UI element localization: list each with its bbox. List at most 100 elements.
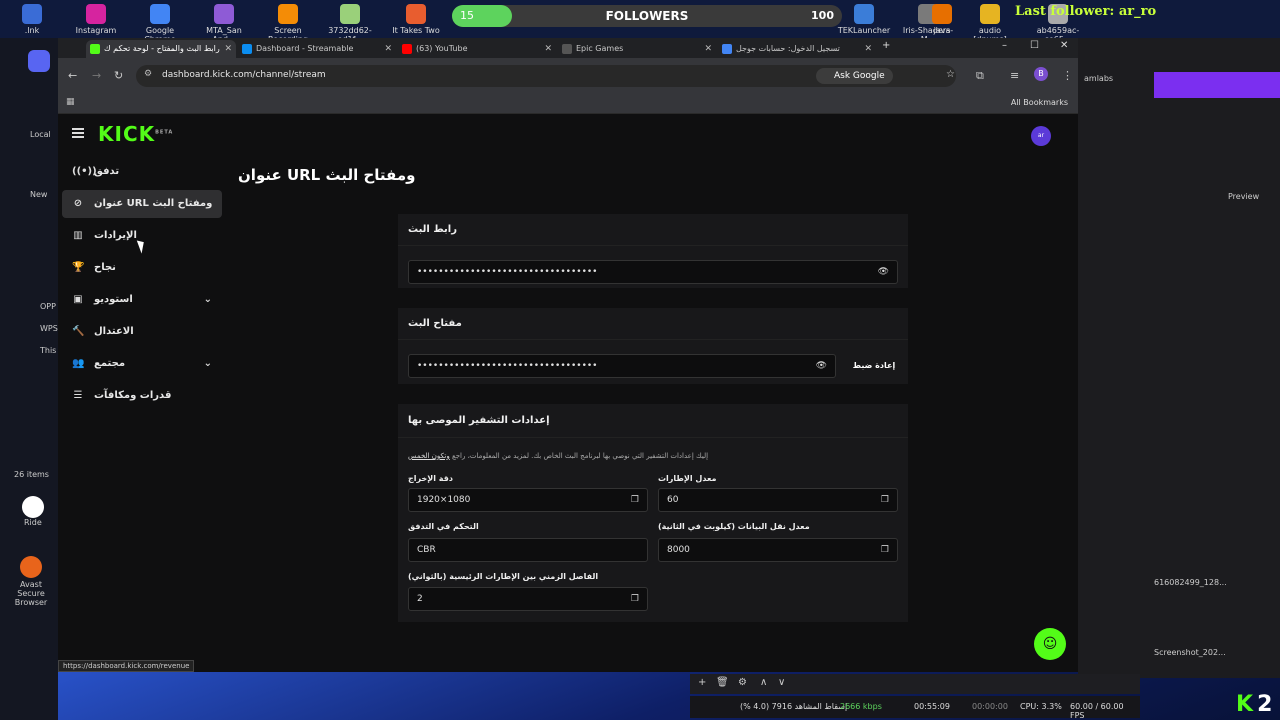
obs-controls-bar: + 🗑 ⚙ ∧ ∨ bbox=[690, 674, 1140, 694]
sidebar-item-label: قدرات ومكافآت bbox=[94, 390, 172, 401]
copy-keyframe-icon[interactable]: ❐ bbox=[631, 588, 639, 610]
tab-bar: رابط البث والمفتاح - لوحة تحكم ك ✕ Dashboa… bbox=[58, 38, 1078, 58]
ask-google-button[interactable]: Ask Google bbox=[816, 68, 893, 84]
menu-icon[interactable]: ⋮ bbox=[1062, 69, 1073, 82]
browser-tab[interactable]: رابط البث والمفتاح - لوحة تحكم ك ✕ bbox=[86, 40, 236, 58]
maximize-icon[interactable]: ☐ bbox=[1030, 40, 1039, 51]
reset-key-button[interactable]: إعادة ضبط bbox=[844, 354, 904, 378]
reload-icon[interactable]: ↻ bbox=[114, 69, 123, 82]
back-icon[interactable]: ← bbox=[68, 69, 77, 82]
close-tab-icon[interactable]: ✕ bbox=[544, 40, 552, 58]
app-icon bbox=[22, 4, 42, 24]
discord-app-icon[interactable] bbox=[4, 50, 64, 72]
sidebar-item-label: الإيرادات bbox=[94, 230, 137, 241]
show-key-eye-icon[interactable]: 👁 bbox=[816, 355, 827, 377]
hamburger-menu-icon[interactable] bbox=[72, 128, 84, 138]
apps-grid-icon[interactable]: ▦ bbox=[66, 97, 75, 107]
sidebar-item[interactable]: 👥 مجتمع ⌄ bbox=[62, 350, 222, 378]
profile-avatar[interactable]: B bbox=[1034, 67, 1048, 81]
left-desktop-strip: Local New OPP WPS This 26 items Ride Ava… bbox=[0, 38, 58, 720]
followers-goal: 100 bbox=[811, 9, 834, 22]
browser-tab[interactable]: (63) YouTube ✕ bbox=[398, 40, 556, 58]
resolution-field[interactable]: 1920×1080 ❐ bbox=[408, 488, 648, 512]
kick-taskbar-badge: K2 bbox=[1236, 692, 1272, 717]
stream-url-field[interactable]: •••••••••••••••••••••••••••••••••• 👁 bbox=[408, 260, 898, 284]
sidebar-item[interactable]: ☰ قدرات ومكافآت bbox=[62, 382, 222, 410]
browser-tab[interactable]: Dashboard - Streamable ✕ bbox=[238, 40, 396, 58]
file-label[interactable]: 616082499_128... bbox=[1154, 578, 1227, 587]
desktop-icon[interactable]: TEKLauncher bbox=[836, 4, 892, 35]
tab-favicon-icon bbox=[242, 44, 252, 54]
k-number: 2 bbox=[1257, 692, 1273, 717]
close-tab-icon[interactable]: ✕ bbox=[704, 40, 712, 58]
copy-resolution-icon[interactable]: ❐ bbox=[631, 489, 639, 511]
source-settings-icon[interactable]: ⚙ bbox=[738, 677, 747, 688]
copy-framerate-icon[interactable]: ❐ bbox=[881, 489, 889, 511]
site-info-icon[interactable]: ⚙ bbox=[144, 69, 152, 79]
stream-url-value: •••••••••••••••••••••••••••••••••• bbox=[417, 267, 598, 277]
stream-key-field[interactable]: •••••••••••••••••••••••••••••••••• 👁 bbox=[408, 354, 836, 378]
all-bookmarks-button[interactable]: All Bookmarks bbox=[1011, 98, 1068, 107]
browser-window: رابط البث والمفتاح - لوحة تحكم ك ✕ Dashboa… bbox=[58, 38, 1078, 672]
chevron-down-icon[interactable]: ⌄ bbox=[204, 286, 212, 314]
close-tab-icon[interactable]: ✕ bbox=[224, 40, 232, 58]
sidebar-item[interactable]: 🏆 نجاح bbox=[62, 254, 222, 282]
sidebar-item[interactable]: ⊘ عنوان URL ومفتاح البث bbox=[62, 190, 222, 218]
cpu-usage: CPU: 3.3% bbox=[1020, 702, 1062, 711]
minimize-icon[interactable]: – bbox=[1002, 40, 1007, 51]
bitrate-field[interactable]: 8000 ❐ bbox=[658, 538, 898, 562]
tab-title: تسجيل الدخول: حسابات جوجل bbox=[736, 44, 840, 53]
show-url-eye-icon[interactable]: 👁 bbox=[878, 261, 889, 283]
extensions-icon[interactable]: ⧉ bbox=[976, 69, 984, 83]
kick-logo[interactable]: KICKBETA bbox=[98, 122, 173, 146]
tab-favicon-icon bbox=[90, 44, 100, 54]
sidebar-item[interactable]: ▣ استوديو ⌄ bbox=[62, 286, 222, 314]
beta-badge: BETA bbox=[155, 129, 174, 136]
media-icon[interactable]: ≡ bbox=[1010, 69, 1019, 82]
url-text: dashboard.kick.com/channel/stream bbox=[162, 70, 326, 80]
help-chat-button[interactable]: ☺ bbox=[1034, 628, 1066, 660]
desktop-icon[interactable]: .lnk bbox=[4, 4, 60, 35]
avast-label: Avast Secure Browser bbox=[14, 580, 48, 607]
close-window-icon[interactable]: ✕ bbox=[1060, 40, 1068, 51]
desktop-icon[interactable]: It Takes Two bbox=[388, 4, 444, 35]
fps-readout: 60.00 / 60.00 FPS bbox=[1070, 702, 1124, 720]
desktop-icon[interactable]: Instagram bbox=[68, 4, 124, 35]
bitrate-readout: 2666 kbps bbox=[840, 702, 882, 711]
browser-tab[interactable]: Epic Games ✕ bbox=[558, 40, 716, 58]
trophy-icon: 🏆 bbox=[72, 262, 85, 273]
user-avatar[interactable]: ar bbox=[1031, 126, 1051, 146]
keyframe-field[interactable]: 2 ❐ bbox=[408, 587, 648, 611]
avast-app-icon[interactable]: Avast Secure Browser bbox=[6, 556, 56, 607]
framerate-value: 60 bbox=[667, 495, 679, 505]
sidebar-item[interactable]: 🔨 الاعتدال bbox=[62, 318, 222, 346]
rate-control-value: CBR bbox=[417, 545, 436, 555]
preview-label[interactable]: Preview bbox=[1228, 192, 1259, 201]
sidebar-item[interactable]: ((•)) تدفق bbox=[62, 158, 222, 186]
keyframe-value: 2 bbox=[417, 594, 423, 604]
copy-bitrate-icon[interactable]: ❐ bbox=[881, 539, 889, 561]
move-up-icon[interactable]: ∧ bbox=[760, 677, 767, 688]
forward-icon[interactable]: → bbox=[92, 69, 101, 82]
move-down-icon[interactable]: ∨ bbox=[778, 677, 785, 688]
screenshot-label[interactable]: Screenshot_202... bbox=[1154, 648, 1226, 657]
bookmark-star-icon[interactable]: ☆ bbox=[946, 69, 955, 80]
encoder-note-link[interactable]: وتكون الخمس bbox=[408, 452, 450, 460]
bookmarks-bar: ▦ All Bookmarks bbox=[58, 94, 1078, 114]
studio-icon: ▣ bbox=[73, 294, 83, 305]
new-tab-icon[interactable]: + bbox=[882, 40, 890, 51]
link-icon: ⊘ bbox=[73, 198, 83, 209]
close-tab-icon[interactable]: ✕ bbox=[384, 40, 392, 58]
sidebar-item-label: تدفق bbox=[94, 166, 120, 177]
remove-source-icon[interactable]: 🗑 bbox=[716, 677, 729, 688]
sidebar-item-label: عنوان URL ومفتاح البث bbox=[94, 198, 213, 209]
tab-title: رابط البث والمفتاح - لوحة تحكم ك bbox=[104, 44, 220, 53]
url-input[interactable]: ⚙ dashboard.kick.com/channel/stream Ask … bbox=[136, 65, 956, 87]
add-source-icon[interactable]: + bbox=[698, 677, 706, 688]
app-icon bbox=[854, 4, 874, 24]
close-tab-icon[interactable]: ✕ bbox=[864, 40, 872, 58]
rate-control-field[interactable]: CBR bbox=[408, 538, 648, 562]
browser-tab[interactable]: تسجيل الدخول: حسابات جوجل ✕ bbox=[718, 40, 876, 58]
chevron-down-icon[interactable]: ⌄ bbox=[204, 350, 212, 378]
framerate-field[interactable]: 60 ❐ bbox=[658, 488, 898, 512]
